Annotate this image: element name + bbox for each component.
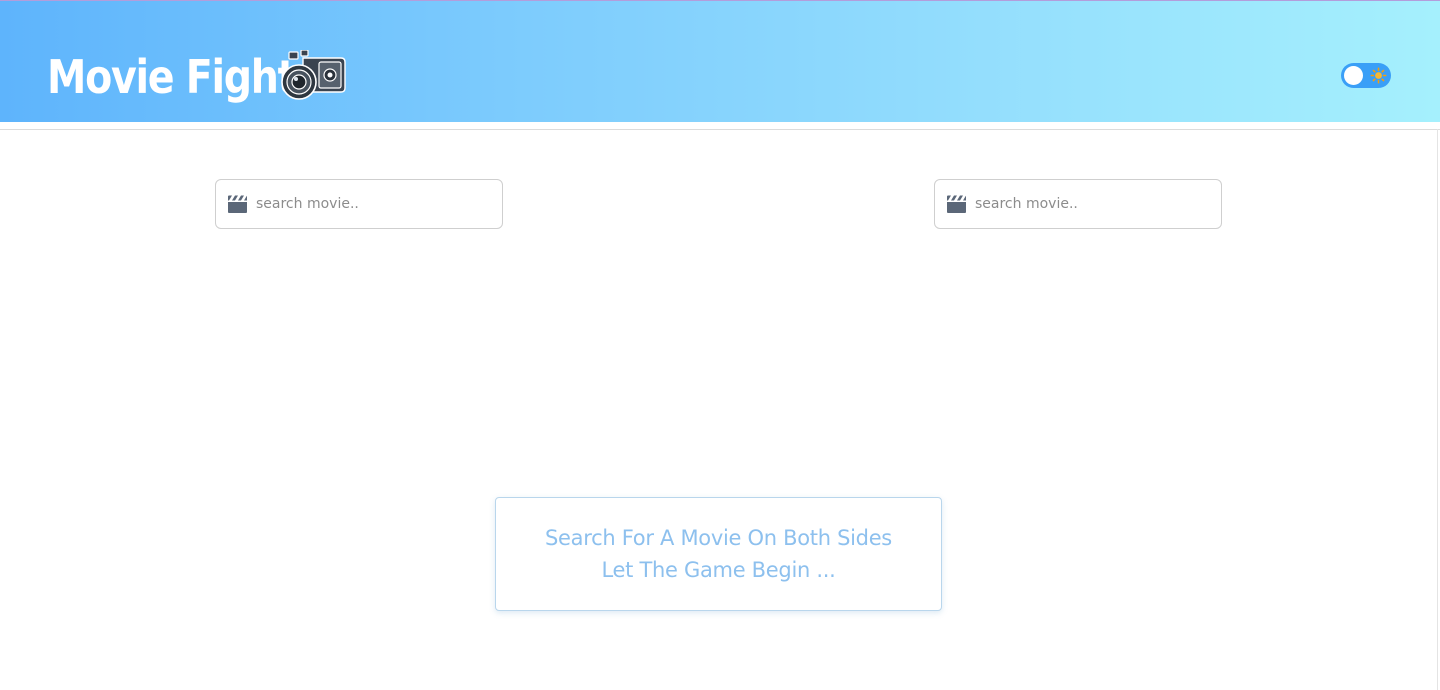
prompt-line-2: Let The Game Begin ... xyxy=(601,558,836,582)
scrollbar-edge xyxy=(1437,129,1438,690)
brand: Movie Fight xyxy=(47,47,346,107)
theme-toggle[interactable] xyxy=(1341,63,1391,88)
app-title: Movie Fight xyxy=(47,50,297,104)
right-search-box[interactable] xyxy=(934,179,1222,229)
left-search-input[interactable] xyxy=(256,181,496,227)
clapperboard-icon xyxy=(228,195,247,213)
clapperboard-icon xyxy=(947,195,966,213)
prompt-line-1: Search For A Movie On Both Sides xyxy=(545,526,892,550)
app-header: Movie Fight xyxy=(0,0,1440,122)
sun-icon xyxy=(1370,67,1387,84)
header-divider xyxy=(0,129,1440,130)
camera-icon xyxy=(281,50,346,100)
toggle-knob xyxy=(1344,66,1363,85)
start-prompt-card: Search For A Movie On Both Sides Let The… xyxy=(495,497,942,611)
left-search-box[interactable] xyxy=(215,179,503,229)
right-search-input[interactable] xyxy=(975,181,1215,227)
